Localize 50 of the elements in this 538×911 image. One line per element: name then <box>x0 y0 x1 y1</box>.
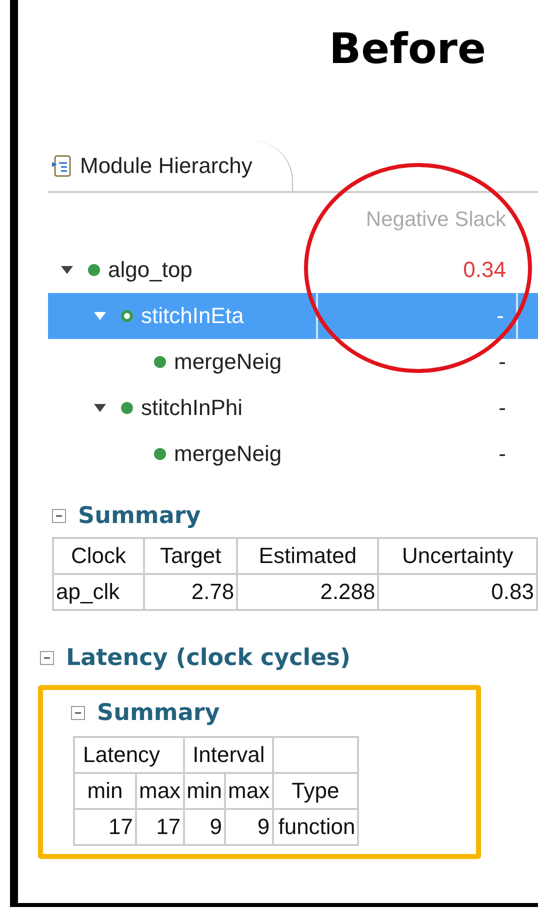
table-header: max <box>225 773 273 809</box>
slack-value: 0.34 <box>463 257 506 283</box>
module-name: algo_top <box>108 257 192 283</box>
table-cell: 0.83 <box>378 574 537 610</box>
slack-value: - <box>498 441 506 467</box>
collapse-icon[interactable] <box>71 706 85 720</box>
section-heading: Summary <box>78 503 201 529</box>
table-cell: 17 <box>74 809 136 845</box>
table-cell: 2.78 <box>144 574 238 610</box>
table-cell: ap_clk <box>53 574 144 610</box>
status-dot-icon <box>154 356 166 368</box>
status-dot-icon <box>154 448 166 460</box>
module-name: stitchInPhi <box>141 395 242 421</box>
table-header: Uncertainty <box>378 538 537 574</box>
slack-value: - <box>498 395 506 421</box>
table-header: min <box>184 773 226 809</box>
status-dot-icon <box>121 402 133 414</box>
tree-row[interactable]: stitchInPhi - <box>48 385 538 431</box>
table-header: max <box>136 773 184 809</box>
table-header: Type <box>272 773 358 809</box>
table-header: min <box>74 773 136 809</box>
tree-row[interactable]: algo_top 0.34 <box>48 247 538 293</box>
status-dot-icon <box>121 310 133 322</box>
tree-row[interactable]: mergeNeig - <box>48 431 538 477</box>
table-header: Estimated <box>237 538 378 574</box>
table-header: Target <box>144 538 238 574</box>
slack-value: - <box>498 349 506 375</box>
tree-row[interactable]: mergeNeig - <box>48 339 538 385</box>
table-header: Interval <box>184 737 273 773</box>
table-cell: 9 <box>184 809 226 845</box>
collapse-icon[interactable] <box>40 651 54 665</box>
section-heading: Latency (clock cycles) <box>66 645 350 671</box>
collapse-icon[interactable] <box>52 509 66 523</box>
module-name: mergeNeig <box>174 349 282 375</box>
column-header: Negative Slack <box>364 208 506 232</box>
module-name: stitchInEta <box>141 303 244 329</box>
slack-value: - <box>496 303 504 329</box>
table-header: Clock <box>53 538 144 574</box>
slide-title: Before <box>329 24 486 73</box>
table-header: Latency <box>74 737 184 773</box>
table-cell: 9 <box>225 809 273 845</box>
collapse-triangle-icon[interactable] <box>60 265 74 275</box>
module-name: mergeNeig <box>174 441 282 467</box>
table-cell: function <box>272 809 358 845</box>
status-dot-icon <box>88 264 100 276</box>
table-cell: 2.288 <box>237 574 378 610</box>
hierarchy-document-icon <box>52 154 72 178</box>
section-heading: Summary <box>97 700 220 726</box>
collapse-triangle-icon[interactable] <box>93 403 107 413</box>
table-cell: 17 <box>136 809 184 845</box>
